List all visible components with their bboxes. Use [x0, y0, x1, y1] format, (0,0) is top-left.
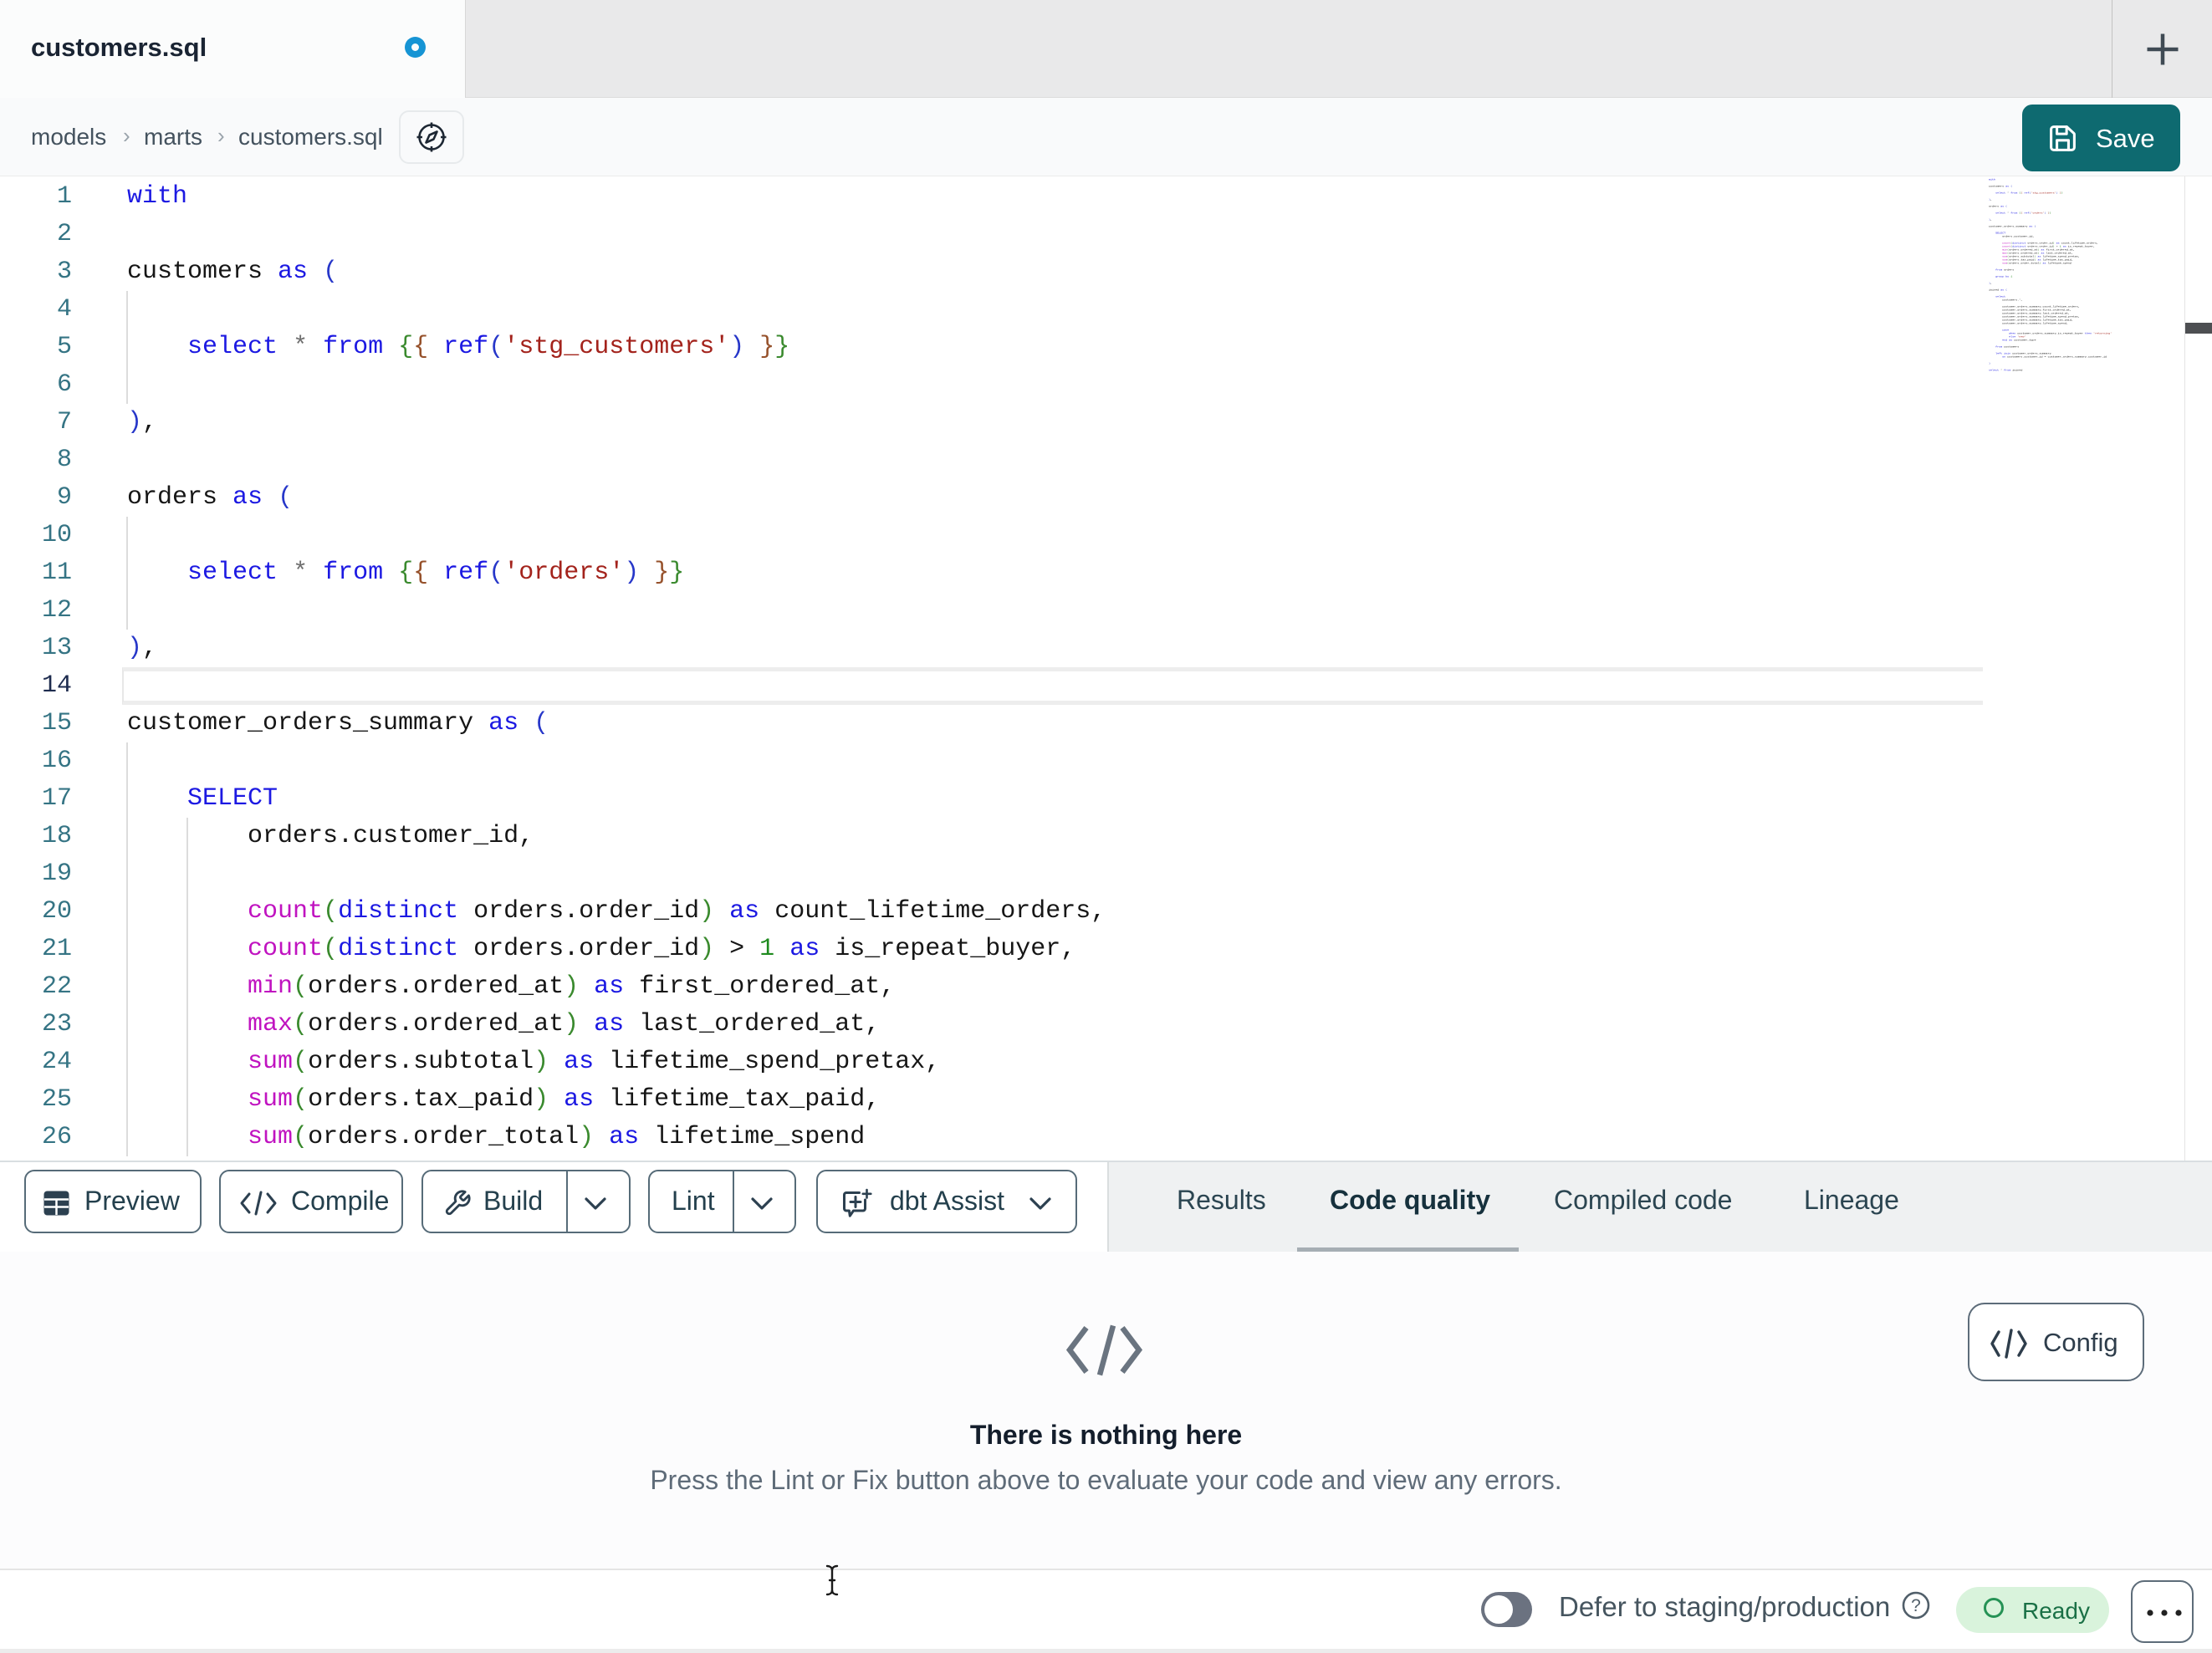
svg-text:?: ? — [1911, 1596, 1921, 1615]
